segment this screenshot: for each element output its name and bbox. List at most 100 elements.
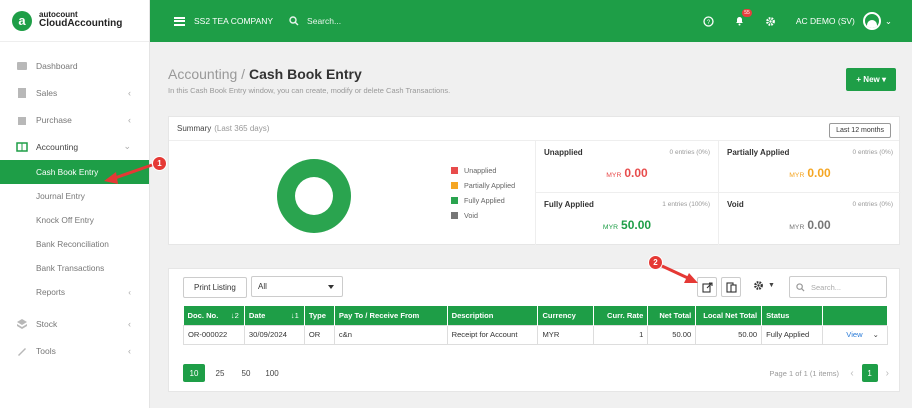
summary-period: (Last 365 days) xyxy=(214,124,270,133)
sales-icon xyxy=(16,87,28,99)
prev-page-icon[interactable]: ‹ xyxy=(850,368,853,379)
column-chooser-button[interactable] xyxy=(721,277,741,297)
sidebar-nav: Dashboard Sales ‹ Purchase ‹ Accounting ⌄ xyxy=(0,42,149,160)
chevron-left-icon: ‹ xyxy=(128,318,131,329)
chevron-left-icon: ‹ xyxy=(128,87,131,98)
sort-icon: ↓1 xyxy=(290,310,299,320)
tools-icon xyxy=(16,345,28,357)
brand-logo[interactable]: a autocount CloudAccounting xyxy=(0,0,149,42)
current-page[interactable]: 1 xyxy=(861,364,878,382)
page-description: In this Cash Book Entry window, you can … xyxy=(168,86,451,95)
cell-curr-rate: 1 xyxy=(593,324,649,345)
sidebar-item-label: Dashboard xyxy=(36,60,78,71)
arrow-icon xyxy=(104,163,153,184)
status-filter-select[interactable]: All xyxy=(251,276,343,297)
chevron-down-icon[interactable]: ⌄ xyxy=(885,16,892,27)
user-name[interactable]: AC DEMO (SV) xyxy=(796,16,855,26)
settings-dropdown-button[interactable]: ▼ xyxy=(753,280,775,291)
sidebar-item-tools[interactable]: Tools ‹ xyxy=(0,337,149,364)
new-button[interactable]: + New ▾ xyxy=(846,68,896,91)
stat-fully-applied: Fully Applied 1 entries (100%) MYR 50.00 xyxy=(535,193,718,245)
caret-down-icon: ▼ xyxy=(768,282,775,289)
col-curr-rate[interactable]: Curr. Rate xyxy=(593,306,649,325)
listing-search-input[interactable]: Search... xyxy=(789,276,887,298)
summary-title: Summary xyxy=(177,124,212,133)
sidebar-item-label: Purchase xyxy=(36,114,72,125)
search-icon xyxy=(289,16,299,26)
breadcrumb-section[interactable]: Accounting xyxy=(168,66,237,82)
sidebar-subitem-bank-reconciliation[interactable]: Bank Reconciliation xyxy=(0,232,149,256)
sidebar-item-sales[interactable]: Sales ‹ xyxy=(0,79,149,106)
chevron-left-icon: ‹ xyxy=(128,287,131,297)
sidebar-subitem-reports[interactable]: Reports ‹ xyxy=(0,280,149,304)
cell-status: Fully Applied xyxy=(761,324,824,345)
col-date[interactable]: Date ↓1 xyxy=(244,306,305,325)
legend-item-fully-applied[interactable]: Fully Applied xyxy=(451,193,515,208)
cell-currency: MYR xyxy=(537,324,595,345)
help-icon[interactable]: ? xyxy=(703,15,714,27)
legend-item-void[interactable]: Void xyxy=(451,208,515,223)
sidebar-subitem-knock-off-entry[interactable]: Knock Off Entry xyxy=(0,208,149,232)
sidebar-item-dashboard[interactable]: Dashboard xyxy=(0,52,149,79)
avatar[interactable] xyxy=(862,12,881,30)
purchase-icon xyxy=(16,114,28,126)
page-size-100[interactable]: 100 xyxy=(261,364,283,382)
date-range-button[interactable]: Last 12 months xyxy=(829,123,891,138)
dashboard-icon xyxy=(16,60,28,72)
page-size-25[interactable]: 25 xyxy=(209,364,231,382)
col-pay-to[interactable]: Pay To / Receive From xyxy=(334,306,448,325)
gear-icon[interactable] xyxy=(765,16,776,27)
listing-card: Print Listing All ▼ Search... Doc. No. ↓2… xyxy=(168,268,900,392)
col-description[interactable]: Description xyxy=(447,306,539,325)
sidebar-item-accounting[interactable]: Accounting ⌄ xyxy=(0,133,149,160)
chevron-down-icon: ⌄ xyxy=(123,141,131,151)
col-net-total[interactable]: Net Total xyxy=(647,306,697,325)
print-listing-button[interactable]: Print Listing xyxy=(183,277,247,298)
next-page-icon[interactable]: › xyxy=(886,368,889,379)
cell-type: OR xyxy=(303,324,335,345)
view-link[interactable]: View xyxy=(846,330,862,339)
legend-item-unapplied[interactable]: Unapplied xyxy=(451,163,515,178)
page-size-10[interactable]: 10 xyxy=(183,364,205,382)
gear-icon xyxy=(754,281,763,290)
cash-book-table: Doc. No. ↓2 Date ↓1 Type Pay To / Receive … xyxy=(183,306,888,345)
col-actions xyxy=(822,306,888,325)
brand-line-2: CloudAccounting xyxy=(39,18,123,30)
company-name[interactable]: SS2 TEA COMPANY xyxy=(194,16,273,26)
notification-bell[interactable]: 55 xyxy=(734,8,752,28)
accounting-icon xyxy=(16,141,28,153)
cell-local-net-total: 50.00 xyxy=(695,324,763,345)
sidebar-item-label: Sales xyxy=(36,87,58,98)
stat-partially-applied: Partially Applied 0 entries (0%) MYR 0.00 xyxy=(718,141,901,193)
page-size-50[interactable]: 50 xyxy=(235,364,257,382)
hamburger-menu-icon[interactable] xyxy=(174,16,185,26)
col-doc-no[interactable]: Doc. No. ↓2 xyxy=(183,306,245,325)
col-local-net-total[interactable]: Local Net Total xyxy=(695,306,763,325)
top-navbar: SS2 TEA COMPANY Search... ? 55 AC DEMO (… xyxy=(150,0,912,42)
page-size-selector: 10 25 50 100 xyxy=(183,364,283,382)
cell-doc-no: OR-000022 xyxy=(183,324,245,345)
status-filter-value: All xyxy=(258,282,267,291)
legend-item-partially-applied[interactable]: Partially Applied xyxy=(451,178,515,193)
col-currency[interactable]: Currency xyxy=(537,306,595,325)
table-header-row: Doc. No. ↓2 Date ↓1 Type Pay To / Receive … xyxy=(183,306,888,325)
col-type[interactable]: Type xyxy=(304,306,335,325)
global-search-placeholder: Search... xyxy=(307,16,342,26)
sidebar-item-stock[interactable]: Stock ‹ xyxy=(0,310,149,337)
sidebar-item-label: Tools xyxy=(36,345,56,356)
chevron-down-icon[interactable]: ⌄ xyxy=(873,330,879,339)
col-status[interactable]: Status xyxy=(761,306,824,325)
table-row[interactable]: OR-000022 30/09/2024 OR c&n Receipt for … xyxy=(183,324,888,345)
breadcrumb-separator: / xyxy=(237,66,249,82)
main-content: Accounting / Cash Book Entry In this Cas… xyxy=(150,42,912,408)
cell-description: Receipt for Account xyxy=(446,324,539,345)
sidebar-subitem-bank-transactions[interactable]: Bank Transactions xyxy=(0,256,149,280)
columns-icon xyxy=(725,281,737,293)
sidebar-item-label: Stock xyxy=(36,318,58,329)
export-icon xyxy=(701,281,713,293)
caret-down-icon xyxy=(328,285,334,289)
pagination: ‹ 1 › xyxy=(850,364,889,382)
sidebar-item-label: Accounting xyxy=(36,141,79,152)
sidebar-item-purchase[interactable]: Purchase ‹ xyxy=(0,106,149,133)
global-search[interactable]: Search... xyxy=(289,16,341,26)
